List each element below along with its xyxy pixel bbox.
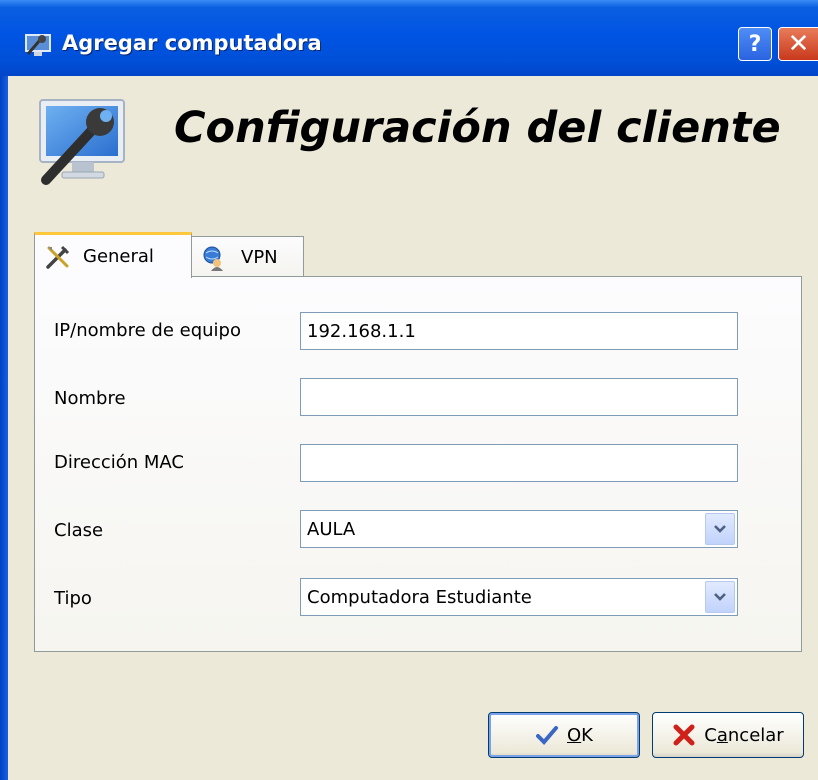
clase-label: Clase	[54, 520, 104, 541]
nombre-input[interactable]	[300, 378, 738, 416]
ok-button[interactable]: OK	[488, 712, 640, 758]
help-button[interactable]: ?	[738, 27, 772, 61]
dropdown-button[interactable]	[705, 513, 735, 545]
cancel-label: Cancelar	[704, 724, 784, 746]
nombre-label: Nombre	[54, 388, 126, 409]
dialog-window: Agregar computadora ? ✕ Configuración de…	[0, 0, 818, 780]
tools-icon	[46, 245, 70, 269]
computer-wrench-icon	[25, 34, 51, 56]
close-button[interactable]: ✕	[778, 27, 818, 61]
clase-select-value: AULA	[307, 518, 356, 540]
tab-general[interactable]: General	[34, 232, 192, 278]
chevron-down-icon	[714, 593, 726, 601]
tipo-select[interactable]: Computadora Estudiante	[300, 578, 738, 616]
tab-label: VPN	[241, 247, 278, 268]
globe-user-icon	[203, 246, 223, 271]
red-x-icon	[673, 724, 695, 746]
tipo-select-value: Computadora Estudiante	[307, 586, 532, 608]
mac-label: Dirección MAC	[54, 452, 184, 473]
ok-label: OK	[567, 724, 593, 746]
cancel-button[interactable]: Cancelar	[652, 712, 804, 758]
window-border	[0, 76, 8, 780]
ip-input[interactable]: 192.168.1.1	[300, 312, 738, 350]
window-title: Agregar computadora	[62, 31, 322, 55]
page-title: Configuración del cliente	[174, 103, 781, 153]
chevron-down-icon	[714, 525, 726, 533]
tab-vpn[interactable]: VPN	[190, 236, 304, 278]
mac-input[interactable]	[300, 444, 738, 482]
clase-select[interactable]: AULA	[300, 510, 738, 548]
checkmark-icon	[536, 726, 558, 745]
ip-input-value: 192.168.1.1	[307, 320, 416, 342]
title-bar[interactable]: Agregar computadora ? ✕	[0, 0, 818, 76]
dropdown-button[interactable]	[705, 581, 735, 613]
computer-wrench-icon	[39, 99, 125, 185]
ip-label: IP/nombre de equipo	[54, 320, 241, 341]
tab-label: General	[83, 246, 154, 267]
tipo-label: Tipo	[54, 588, 92, 609]
